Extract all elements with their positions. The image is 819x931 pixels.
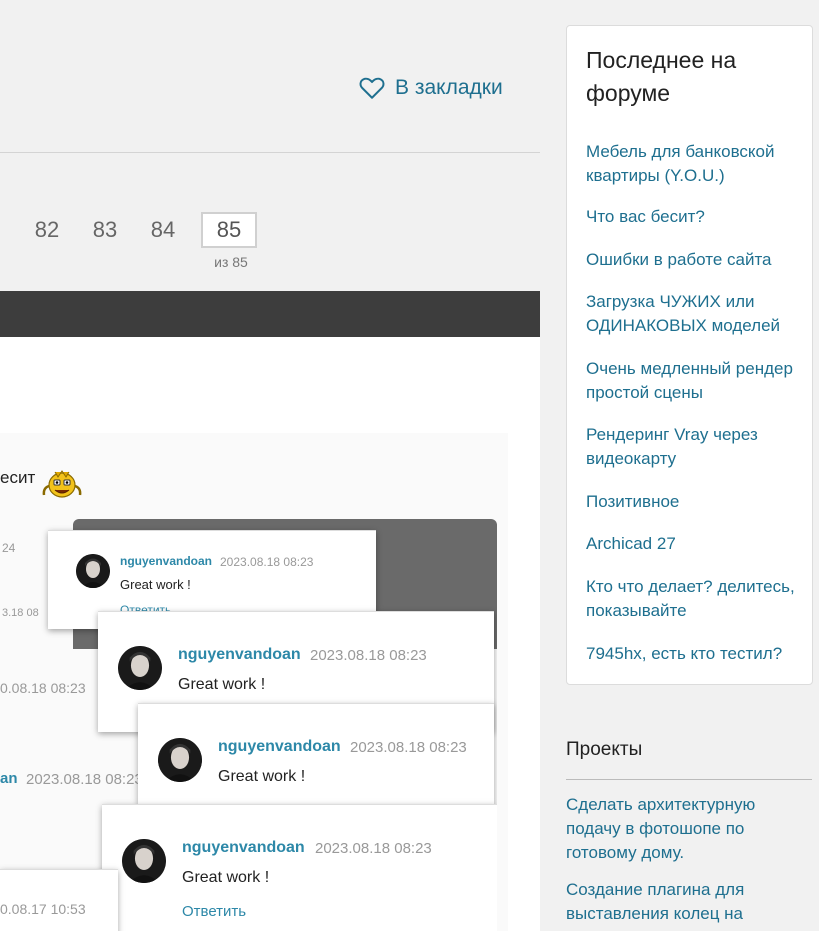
comment-message: Great work ! (218, 768, 306, 785)
fragment-text: 24 (2, 541, 16, 555)
comment-message: Great work ! (178, 676, 266, 693)
embedded-screenshot: 24 3.18 08 nguyenvandoan 2023.08.18 08:2… (0, 519, 497, 931)
projects-title: Проекты (566, 739, 643, 760)
fragment-text: 2023.08.18 08:23 (26, 771, 143, 788)
reply-link[interactable]: Ответить (182, 903, 246, 920)
forum-link[interactable]: Позитивное (586, 490, 798, 514)
comment-card: 0.08.17 10:53 (0, 869, 118, 931)
forum-link[interactable]: Что вас бесит? (586, 205, 798, 229)
smiley-icon (42, 470, 82, 498)
divider (566, 779, 812, 780)
fragment-text: an (0, 770, 18, 787)
comment-timestamp: 0.08.17 10:53 (0, 901, 86, 917)
page-link-84[interactable]: 84 (143, 212, 183, 248)
comment-username[interactable]: nguyenvandoan (218, 738, 341, 756)
forum-link[interactable]: Archicad 27 (586, 532, 798, 556)
forum-link[interactable]: Загрузка ЧУЖИХ или ОДИНАКОВЫХ моделей (586, 290, 798, 338)
avatar (122, 839, 166, 883)
forum-link[interactable]: Ошибки в работе сайта (586, 248, 798, 272)
avatar (118, 646, 162, 690)
forum-latest-card: Последнее на форуме Мебель для банковско… (566, 25, 813, 685)
heart-icon (359, 77, 385, 99)
bookmark-label: В закладки (395, 76, 503, 99)
comment-timestamp: 2023.08.18 08:23 (220, 555, 314, 569)
comment-username[interactable]: nguyenvandoan (178, 646, 301, 664)
forum-link[interactable]: 7945hx, есть кто тестил? (586, 642, 798, 666)
comment-message: Great work ! (182, 869, 270, 886)
comment-timestamp: 2023.08.18 08:23 (350, 739, 467, 756)
page-link-82[interactable]: 82 (27, 212, 67, 248)
post-text: есит (0, 468, 36, 487)
comment-timestamp: 2023.08.18 08:23 (315, 840, 432, 857)
comment-card: nguyenvandoan 2023.08.18 08:23 Great wor… (138, 703, 494, 804)
post-header-bar (0, 291, 540, 337)
forum-link[interactable]: Кто что делает? делитесь, показывайте (586, 575, 798, 623)
page-current: 85 (201, 212, 257, 248)
comment-username[interactable]: nguyenvandoan (120, 554, 212, 568)
project-link[interactable]: Сделать архитектурную подачу в фотошопе … (566, 793, 786, 865)
forum-link[interactable]: Очень медленный рендер простой сцены (586, 357, 798, 405)
divider (0, 152, 540, 153)
page-link-83[interactable]: 83 (85, 212, 125, 248)
avatar (76, 554, 110, 588)
fragment-text: 0.08.18 08:23 (0, 680, 86, 696)
comment-timestamp: 2023.08.18 08:23 (310, 647, 427, 664)
fragment-text: 3.18 08 (2, 607, 39, 619)
bookmark-button[interactable]: В закладки (359, 76, 503, 100)
comment-username[interactable]: nguyenvandoan (182, 839, 305, 857)
page-count: из 85 (214, 254, 248, 270)
comment-message: Great work ! (120, 577, 191, 592)
project-link[interactable]: Создание плагина для выставления колец н… (566, 878, 786, 926)
forum-latest-title: Последнее на форуме (586, 47, 737, 106)
forum-link[interactable]: Рендеринг Vray через видеокарту (586, 423, 798, 471)
comment-card: nguyenvandoan 2023.08.18 08:23 Great wor… (102, 804, 497, 931)
forum-link[interactable]: Мебель для банковской квартиры (Y.O.U.) (586, 140, 798, 188)
avatar (158, 738, 202, 782)
